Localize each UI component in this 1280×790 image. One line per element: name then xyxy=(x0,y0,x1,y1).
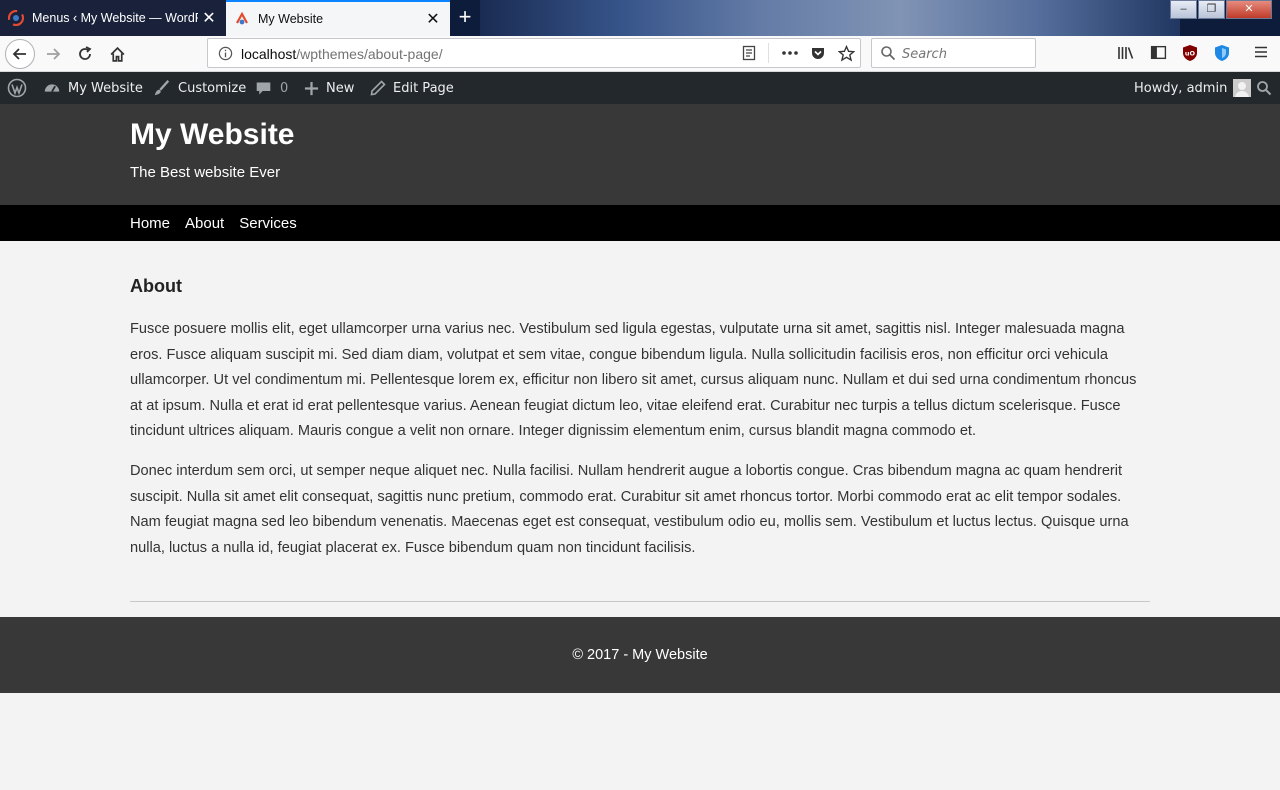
sidebar-icon[interactable] xyxy=(1150,44,1167,61)
tab-title: My Website xyxy=(258,12,324,26)
window-controls: – ❐ ✕ xyxy=(1169,0,1272,19)
bookmark-star-icon[interactable] xyxy=(838,45,855,62)
window-close-button[interactable]: ✕ xyxy=(1226,0,1272,19)
ublock-origin-icon[interactable]: uO xyxy=(1182,44,1198,62)
back-button[interactable] xyxy=(5,39,35,69)
wp-logo-menu[interactable] xyxy=(7,72,27,104)
wp-admin-bar: My Website Customize 0 New Edit Page How… xyxy=(0,72,1280,104)
content-paragraph: Fusce posuere mollis elit, eget ullamcor… xyxy=(130,321,1137,440)
new-label: New xyxy=(326,80,355,96)
search-icon xyxy=(881,46,896,61)
url-host: localhost xyxy=(241,46,297,62)
howdy-text: Howdy, admin xyxy=(1134,80,1228,96)
content-divider xyxy=(130,601,1150,602)
new-content-menu[interactable]: New xyxy=(304,72,354,104)
primary-navigation: Home About Services xyxy=(0,205,1280,241)
reload-icon xyxy=(79,46,92,60)
edit-page-link[interactable]: Edit Page xyxy=(370,72,454,104)
reload-button[interactable] xyxy=(70,39,100,69)
comments-count: 0 xyxy=(280,80,289,96)
search-bar[interactable] xyxy=(871,38,1036,68)
menu-hamburger-icon[interactable] xyxy=(1253,44,1269,60)
forward-arrow-icon xyxy=(47,48,61,60)
admin-search-button[interactable] xyxy=(1256,72,1272,104)
nav-item-services[interactable]: Services xyxy=(239,215,297,232)
url-text[interactable]: localhost/wpthemes/about-page/ xyxy=(241,46,443,62)
address-bar[interactable]: localhost/wpthemes/about-page/ xyxy=(207,38,861,68)
my-account-menu[interactable]: Howdy, admin xyxy=(1134,72,1252,104)
home-icon xyxy=(110,46,124,62)
tab-close-icon[interactable]: ✕ xyxy=(422,9,444,29)
back-arrow-icon xyxy=(12,48,26,60)
wordpress-logo-icon xyxy=(7,78,27,98)
avatar xyxy=(1233,79,1252,97)
navigation-toolbar: localhost/wpthemes/about-page/ uO xyxy=(0,36,1280,72)
customize-link[interactable]: Customize xyxy=(153,72,246,104)
nav-item-about[interactable]: About xyxy=(185,215,224,232)
page-title: About xyxy=(130,276,182,296)
more-actions-icon[interactable] xyxy=(781,45,799,61)
maximize-button[interactable]: ❐ xyxy=(1198,0,1225,19)
wordpress-favicon-icon xyxy=(8,10,24,26)
new-tab-button[interactable]: + xyxy=(452,5,478,31)
site-footer: © 2017 - My Website xyxy=(0,617,1280,693)
edit-page-label: Edit Page xyxy=(393,80,454,96)
home-button[interactable] xyxy=(102,39,132,69)
tabstrip-background xyxy=(480,0,1180,36)
site-favicon-icon xyxy=(236,11,248,25)
privacy-shield-icon[interactable] xyxy=(1214,44,1230,62)
minimize-button[interactable]: – xyxy=(1170,0,1197,19)
dashboard-icon xyxy=(44,84,60,93)
site-title[interactable]: My Website xyxy=(130,118,295,152)
comment-bubble-icon xyxy=(256,82,271,94)
pocket-icon[interactable] xyxy=(810,45,826,61)
search-icon xyxy=(1257,81,1272,96)
tab-strip: Menus ‹ My Website — WordPress ✕ My Webs… xyxy=(0,0,1280,36)
tab-close-icon[interactable]: ✕ xyxy=(198,8,220,28)
reader-view-icon[interactable] xyxy=(741,45,757,61)
admin-site-name-menu[interactable]: My Website xyxy=(43,72,143,104)
entry-content: Fusce posuere mollis elit, eget ullamcor… xyxy=(130,317,1150,561)
content-paragraph: Donec interdum sem orci, ut semper neque… xyxy=(130,462,1129,556)
site-description: The Best website Ever xyxy=(130,164,281,181)
nav-menu: Home About Services xyxy=(130,205,312,241)
tab-my-website[interactable]: My Website ✕ xyxy=(226,0,450,36)
comments-link[interactable]: 0 xyxy=(255,72,288,104)
search-input[interactable] xyxy=(902,44,1028,64)
nav-item-home[interactable]: Home xyxy=(130,215,170,232)
footer-copyright: © 2017 - My Website xyxy=(572,647,708,663)
tab-menus-wordpress[interactable]: Menus ‹ My Website — WordPress ✕ xyxy=(0,0,226,36)
tab-title: Menus ‹ My Website — WordPress xyxy=(32,11,198,25)
plus-icon xyxy=(304,81,319,95)
library-icon[interactable] xyxy=(1117,44,1135,62)
svg-text:uO: uO xyxy=(1185,50,1196,58)
paintbrush-icon xyxy=(154,80,170,96)
pencil-icon xyxy=(370,80,386,96)
site-header: My Website The Best website Ever xyxy=(0,104,1280,205)
page-content: About Fusce posuere mollis elit, eget ul… xyxy=(130,241,1150,561)
customize-label: Customize xyxy=(178,80,247,96)
forward-button[interactable] xyxy=(38,39,68,69)
url-separator xyxy=(768,43,769,63)
info-icon[interactable] xyxy=(218,46,233,61)
admin-site-name: My Website xyxy=(68,80,143,96)
url-path: /wpthemes/about-page/ xyxy=(296,46,443,62)
